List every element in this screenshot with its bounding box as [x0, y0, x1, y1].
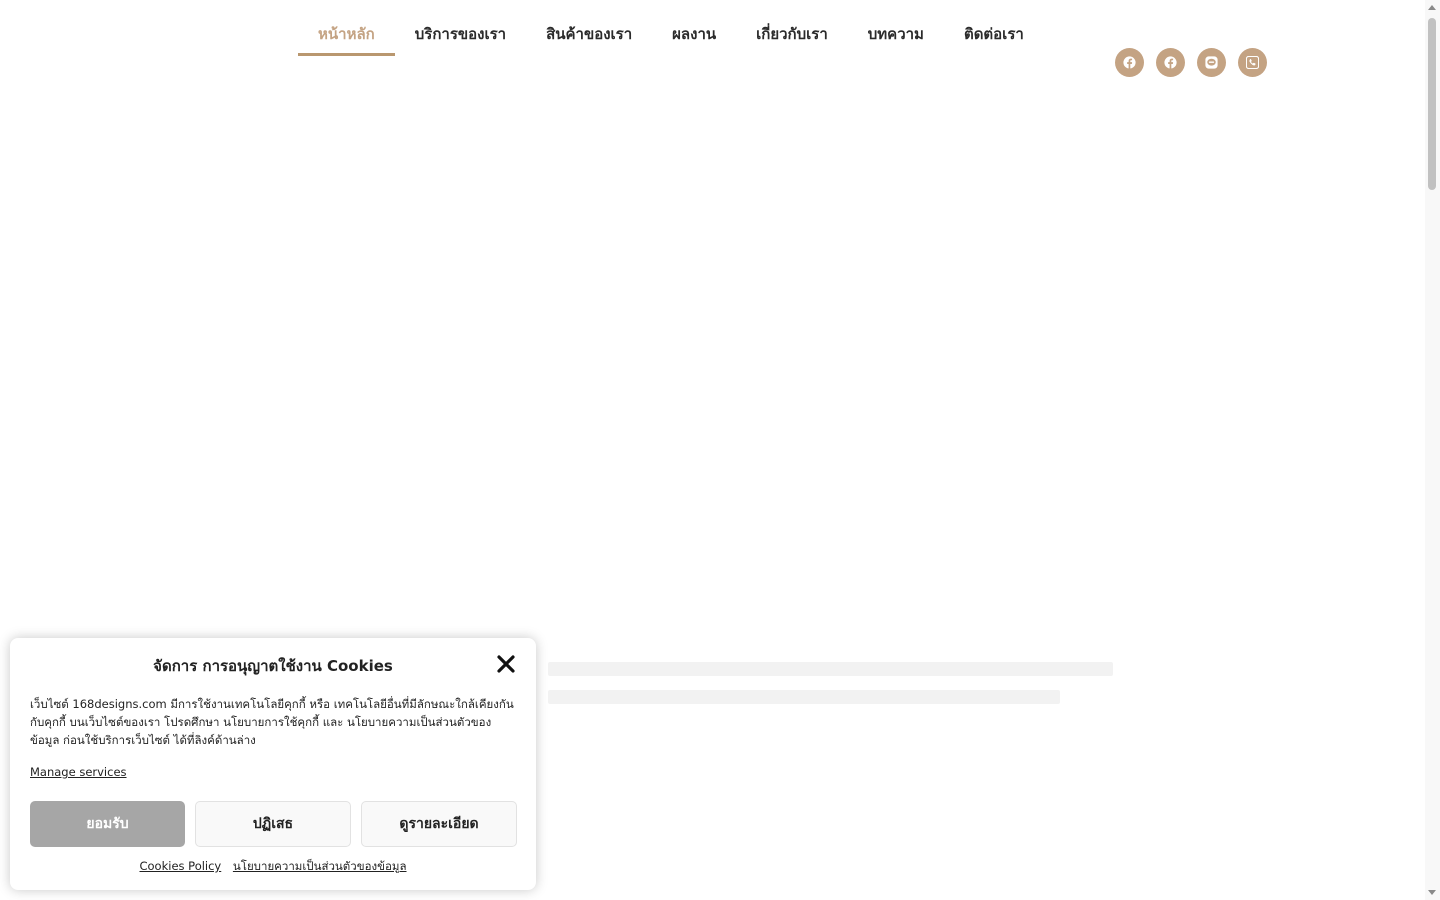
nav-item-portfolio[interactable]: ผลงาน [652, 10, 736, 56]
nav-item-about[interactable]: เกี่ยวกับเรา [736, 10, 848, 56]
scroll-up-arrow-icon[interactable] [1428, 5, 1436, 10]
main-nav: หน้าหลัก บริการของเรา สินค้าของเรา ผลงาน… [298, 10, 1044, 56]
manage-services-link[interactable]: Manage services [30, 765, 127, 779]
deny-button[interactable]: ปฏิเสธ [195, 801, 351, 847]
scrollbar[interactable] [1425, 0, 1440, 900]
nav-item-services[interactable]: บริการของเรา [395, 10, 526, 56]
nav-item-contact[interactable]: ติดต่อเรา [944, 10, 1044, 56]
social-links [1115, 48, 1267, 77]
page: หน้าหลัก บริการของเรา สินค้าของเรา ผลงาน… [0, 0, 1440, 900]
accept-button[interactable]: ยอมรับ [30, 801, 185, 847]
cookie-consent-dialog: จัดการ การอนุญาตใช้งาน Cookies เว็บไซต์ … [10, 638, 536, 890]
policy-links: Cookies Policy นโยบายความเป็นส่วนตัวของข… [10, 858, 536, 876]
nav-item-home[interactable]: หน้าหลัก [298, 10, 395, 56]
scroll-down-arrow-icon[interactable] [1428, 890, 1436, 895]
scroll-thumb[interactable] [1428, 18, 1436, 190]
view-details-button[interactable]: ดูรายละเอียด [361, 801, 517, 847]
background-text-placeholder [548, 662, 1128, 718]
line-icon[interactable] [1197, 48, 1226, 77]
ghost-line [548, 662, 1113, 676]
privacy-policy-link[interactable]: นโยบายความเป็นส่วนตัวของข้อมูล [233, 859, 407, 873]
facebook-icon[interactable] [1115, 48, 1144, 77]
cookie-dialog-message: เว็บไซต์ 168designs.com มีการใช้งานเทคโน… [30, 697, 514, 747]
cookies-policy-link[interactable]: Cookies Policy [139, 859, 221, 873]
facebook-icon[interactable] [1156, 48, 1185, 77]
nav-item-products[interactable]: สินค้าของเรา [526, 10, 652, 56]
cookie-dialog-title: จัดการ การอนุญาตใช้งาน Cookies [153, 657, 393, 675]
phone-icon[interactable] [1238, 48, 1267, 77]
nav-item-articles[interactable]: บทความ [848, 10, 944, 56]
close-icon[interactable] [496, 654, 516, 674]
ghost-line [548, 690, 1060, 704]
